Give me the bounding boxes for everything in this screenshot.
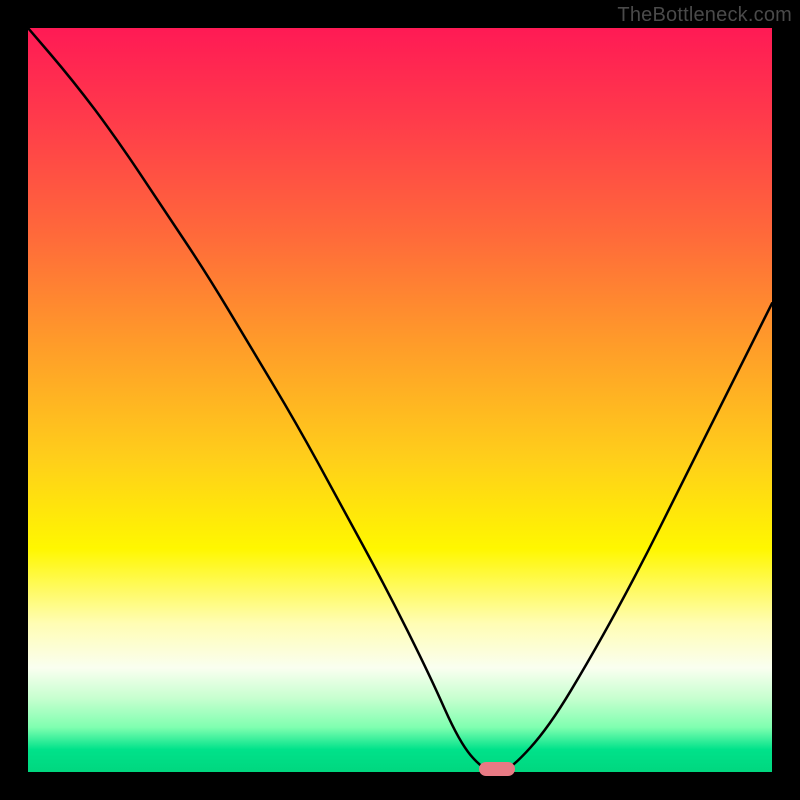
- axis-right-border: [772, 0, 800, 800]
- plot-area: [28, 28, 772, 772]
- axis-bottom-border: [0, 772, 800, 800]
- chart-container: TheBottleneck.com: [0, 0, 800, 800]
- optimal-marker: [479, 762, 515, 776]
- watermark-text: TheBottleneck.com: [617, 4, 792, 27]
- axis-left-border: [0, 0, 28, 800]
- bottleneck-curve: [28, 28, 772, 772]
